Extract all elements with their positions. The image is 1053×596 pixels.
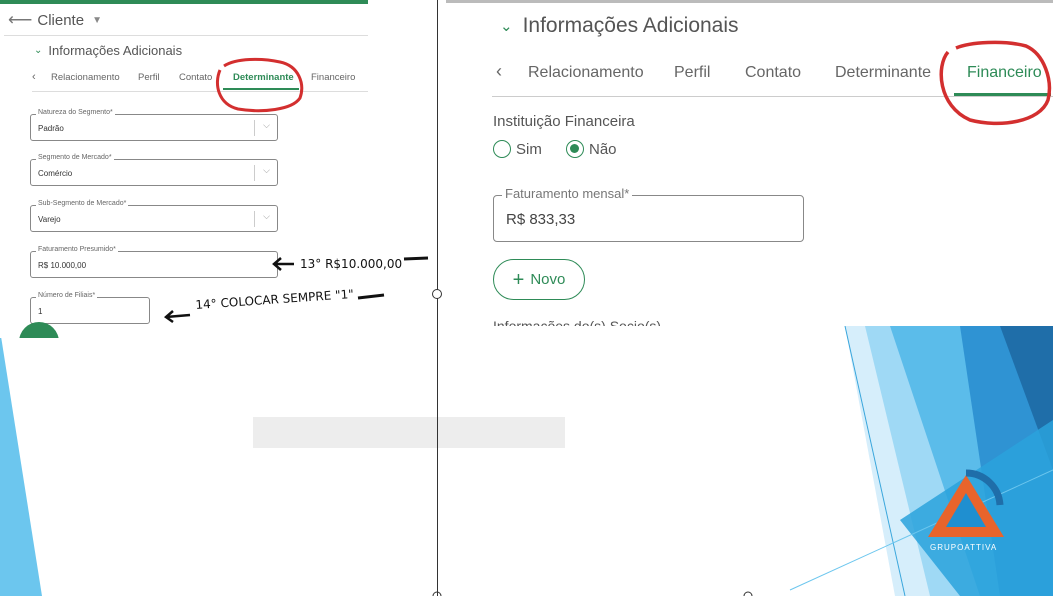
chevron-left-icon[interactable]: ‹: [496, 61, 502, 82]
slide-shape-right-deep: [960, 326, 1053, 596]
back-label: Cliente: [37, 11, 85, 29]
tab-relacionamento[interactable]: Relacionamento: [51, 72, 120, 83]
tab-contato[interactable]: Contato: [745, 64, 801, 82]
institution-label: Instituição Financeira: [493, 113, 635, 130]
top-accent-bar: [0, 0, 368, 4]
field-value: Padrão: [38, 124, 64, 133]
tab-relacionamento[interactable]: Relacionamento: [528, 64, 644, 82]
field-label: Sub-Segmento de Mercado*: [36, 200, 129, 207]
radio-nao[interactable]: Não: [566, 140, 617, 158]
chevron-down-icon[interactable]: ⌵: [263, 165, 270, 176]
left-screenshot: ⟵ Cliente ▼ ⌄ Informações Adicionais ‹ R…: [0, 0, 368, 338]
faturamento-mensal-input[interactable]: Faturamento mensal* R$ 833,33: [493, 186, 804, 242]
segmento-select[interactable]: Segmento de Mercado* Comércio ⌵: [30, 154, 278, 186]
chevron-down-icon[interactable]: ⌵: [263, 120, 270, 131]
section-title: Informações Adicionais: [48, 43, 183, 58]
field-label: Faturamento Presumido*: [36, 246, 118, 253]
logo-caption: GRUPOATTIVA: [930, 543, 998, 552]
field-value: Varejo: [38, 215, 61, 224]
text-placeholder-box[interactable]: [253, 417, 565, 448]
grupo-attiva-logo: [928, 469, 1004, 537]
slide-line-2: [789, 469, 1053, 591]
tab-financeiro[interactable]: Financeiro: [311, 72, 355, 83]
tab-perfil[interactable]: Perfil: [674, 64, 710, 82]
divider: [4, 35, 368, 36]
slide-shape-left: [0, 330, 42, 596]
field-value: 1: [38, 307, 43, 316]
tab-contato[interactable]: Contato: [179, 72, 212, 83]
chevron-down-icon[interactable]: ▼: [92, 15, 102, 26]
section-title: Informações Adicionais: [522, 14, 739, 37]
chevron-down-icon[interactable]: ⌵: [263, 211, 270, 222]
slide-shape-right-blue: [890, 326, 1053, 596]
field-value: R$ 833,33: [506, 211, 576, 228]
slide-line-1: [844, 325, 906, 596]
novo-button[interactable]: + Novo: [493, 259, 585, 300]
slide-shape-right-bottom: [900, 420, 1053, 596]
highlight-circle-right: [939, 40, 1052, 126]
chevron-down-icon[interactable]: ⌄: [34, 45, 42, 56]
tabs-divider: [32, 91, 368, 92]
slide-shape-right-light: [845, 326, 1053, 596]
field-value: Comércio: [38, 169, 73, 178]
radio-sim[interactable]: Sim: [493, 140, 542, 158]
back-navigation[interactable]: ⟵ Cliente ▼: [8, 10, 102, 30]
numero-filiais-input[interactable]: Número de Filiais* 1: [30, 292, 150, 324]
top-bar: [446, 0, 1053, 3]
annotation-13: 13° R$10.000,00: [300, 257, 403, 271]
novo-button-label: Novo: [530, 271, 566, 288]
radio-sim-label: Sim: [516, 140, 542, 158]
radio-nao-label: Não: [589, 140, 617, 158]
partners-section-label: Informações do(s) Socio(s): [493, 318, 662, 326]
slide-shape-right-dark: [1000, 326, 1053, 470]
radio-unchecked-icon[interactable]: [493, 140, 511, 158]
highlight-circle-left: [215, 57, 304, 113]
tab-perfil[interactable]: Perfil: [138, 72, 160, 83]
field-label: Faturamento mensal*: [502, 186, 633, 201]
plus-icon: +: [512, 268, 525, 291]
select-separator: [254, 165, 255, 181]
back-arrow-icon[interactable]: ⟵: [8, 10, 32, 30]
field-label: Segmento de Mercado*: [36, 154, 114, 161]
sub-segmento-select[interactable]: Sub-Segmento de Mercado* Varejo ⌵: [30, 200, 278, 232]
select-separator: [254, 120, 255, 136]
slide-shape-right-mid: [865, 326, 1053, 596]
chevron-down-icon[interactable]: ⌄: [500, 17, 513, 35]
faturamento-presumido-input[interactable]: Faturamento Presumido* R$ 10.000,00: [30, 246, 278, 278]
floating-action-button[interactable]: [19, 322, 59, 338]
field-value: R$ 10.000,00: [38, 261, 87, 270]
section-header[interactable]: ⌄ Informações Adicionais: [500, 14, 739, 38]
section-header[interactable]: ⌄ Informações Adicionais: [34, 43, 182, 58]
select-separator: [254, 211, 255, 227]
resize-handle[interactable]: [432, 289, 442, 299]
natureza-select[interactable]: Natureza do Segmento* Padrão ⌵: [30, 109, 278, 141]
chevron-left-icon[interactable]: ‹: [32, 71, 36, 83]
tab-determinante[interactable]: Determinante: [835, 64, 931, 82]
field-label: Natureza do Segmento*: [36, 109, 115, 116]
field-label: Número de Filiais*: [36, 292, 98, 299]
radio-checked-icon[interactable]: [566, 140, 584, 158]
